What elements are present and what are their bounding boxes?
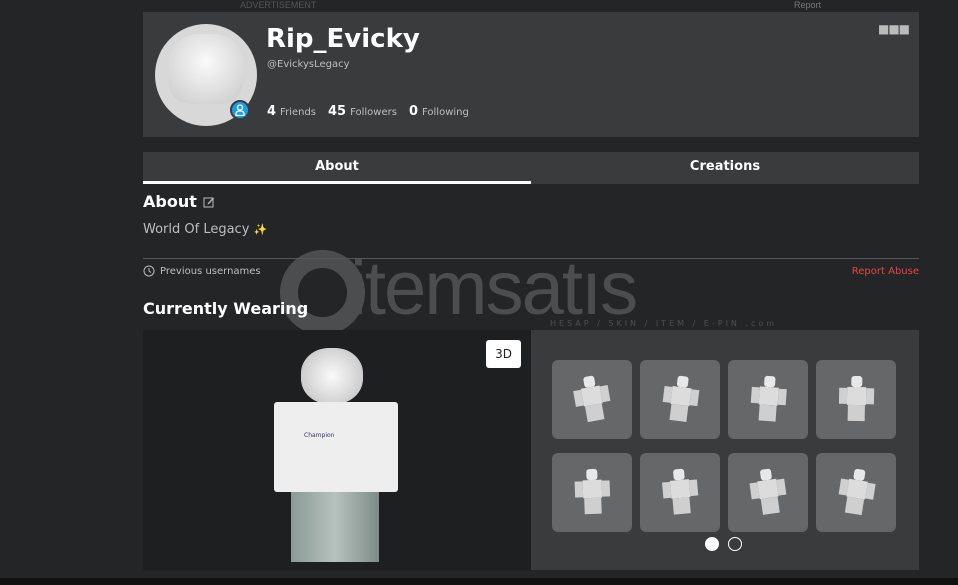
username: @EvickysLegacy [267, 59, 350, 70]
tab-creations[interactable]: Creations [531, 152, 919, 184]
advertisement-label: ADVERTISEMENT [240, 0, 317, 10]
outfit-grid [531, 330, 919, 570]
outfit-tile[interactable] [728, 360, 808, 439]
outfit-tile[interactable] [728, 453, 808, 532]
3d-toggle-button[interactable]: 3D [486, 340, 521, 368]
currently-wearing-heading: Currently Wearing [143, 299, 309, 318]
pagination [705, 537, 742, 551]
outfit-tile[interactable] [552, 360, 632, 439]
history-icon [143, 265, 155, 277]
page-dot-1[interactable] [705, 537, 719, 551]
profile-tabs: About Creations [143, 152, 919, 184]
following-link[interactable]: 0 Following [409, 104, 469, 119]
friends-link[interactable]: 4 Friends [267, 104, 316, 119]
outfit-tile[interactable] [640, 360, 720, 439]
page-dot-2[interactable] [728, 537, 742, 551]
divider [143, 258, 919, 259]
outfit-tile[interactable] [816, 360, 896, 439]
avatar-3d-viewer[interactable]: Champion 3D [143, 330, 531, 570]
display-name: Rip_Evicky [266, 24, 420, 54]
ellipsis-icon[interactable]: ■■■ [878, 22, 910, 36]
outfit-tile[interactable] [816, 453, 896, 532]
tab-about[interactable]: About [143, 152, 531, 184]
followers-link[interactable]: 45 Followers [328, 104, 397, 119]
profile-header: Rip_Evicky @EvickysLegacy 4 Friends 45 Fol… [143, 12, 919, 137]
edit-icon[interactable] [203, 196, 215, 208]
previous-usernames-button[interactable]: Previous usernames [143, 265, 261, 277]
bio: World Of Legacy ✨ [143, 222, 268, 237]
outfit-tile[interactable] [640, 453, 720, 532]
report-ad-link[interactable]: Report [794, 0, 821, 10]
report-abuse-link[interactable]: Report Abuse [852, 266, 919, 277]
outfit-tile[interactable] [552, 453, 632, 532]
profile-stats: 4 Friends 45 Followers 0 Following [267, 104, 469, 119]
user-icon [230, 100, 250, 120]
about-heading: About [143, 192, 215, 211]
